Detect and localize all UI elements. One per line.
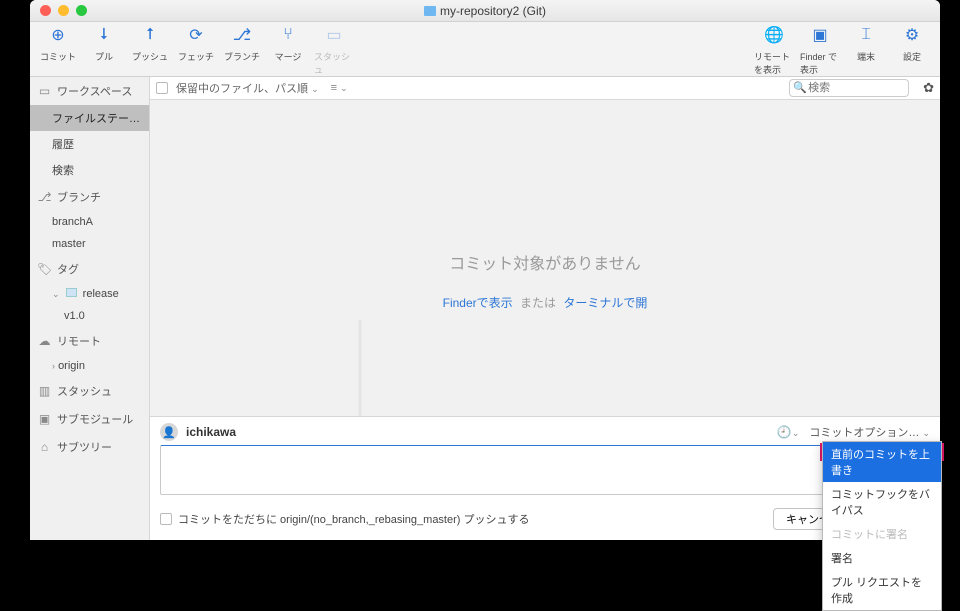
sidebar-item-release[interactable]: ⌄ release (30, 283, 149, 305)
stash-icon: ▭ (321, 22, 347, 48)
gear-icon[interactable]: ✿ (923, 80, 934, 96)
toolbar-label: 端末 (857, 50, 875, 63)
toolbar-label: プル (95, 50, 113, 63)
sidebar-item-history[interactable]: 履歴 (30, 131, 149, 157)
push-immediately-label: コミットをただちに origin/(no_branch,_rebasing_ma… (178, 511, 530, 527)
toolbar-remote-show-button[interactable]: 🌐リモートを表示 (754, 22, 794, 76)
chevron-down-icon: ⌄ (340, 83, 348, 93)
toolbar-push-button[interactable]: ⭡ プッシュ (130, 22, 170, 76)
commit-panel: 👤 ichikawa 🕘⌄ コミットオプション… ⌄ コミットをただちに ori… (150, 416, 940, 540)
menu-item-amend[interactable]: 直前のコミットを上書き (823, 442, 941, 482)
sidebar: ▭ ワークスペース ファイルステー… 履歴 検索 ⎇ ブランチ branchA … (30, 77, 150, 540)
chevron-down-icon: ⌄ (922, 428, 930, 438)
toolbar-branch-button[interactable]: ⎇ ブランチ (222, 22, 262, 76)
sidebar-section-workspace[interactable]: ▭ ワークスペース (30, 77, 149, 105)
toolbar-stash-button[interactable]: ▭スタッシュ (314, 22, 354, 76)
sidebar-item-v1.0[interactable]: v1.0 (30, 305, 149, 327)
toolbar-merge-button[interactable]: ⑂ マージ (268, 22, 308, 76)
toolbar-label: マージ (275, 50, 302, 63)
sidebar-section-subtree[interactable]: ⌂ サブツリー (30, 433, 149, 461)
tag-icon: 🏷 (38, 263, 51, 276)
sidebar-item-branchA[interactable]: branchA (30, 211, 149, 233)
sidebar-section-tags[interactable]: 🏷 タグ (30, 255, 149, 283)
folder-icon (424, 6, 436, 16)
menu-item-sign: コミットに署名 (823, 522, 941, 546)
sidebar-section-submodules[interactable]: ▣ サブモジュール (30, 405, 149, 433)
select-all-checkbox[interactable] (156, 82, 168, 94)
avatar: 👤 (160, 423, 178, 441)
folder-icon (66, 288, 77, 297)
sidebar-section-branches[interactable]: ⎇ ブランチ (30, 183, 149, 211)
path-sort-dropdown[interactable]: 保留中のファイル、パス順 ⌄ (176, 80, 319, 96)
toolbar-finder-show-button[interactable]: ▣Finder で表示 (800, 22, 840, 76)
toolbar-fetch-button[interactable]: ⟳ フェッチ (176, 22, 216, 76)
search-input[interactable] (789, 79, 909, 97)
sidebar-item-master[interactable]: master (30, 233, 149, 255)
sidebar-section-remotes[interactable]: ☁ リモート (30, 327, 149, 355)
sidebar-item-search[interactable]: 検索 (30, 157, 149, 183)
chevron-down-icon: ⌄ (52, 289, 60, 299)
empty-state-links: Finderで表示 または ターミナルで開 (439, 294, 652, 311)
open-finder-link[interactable]: Finderで表示 (443, 296, 513, 310)
commit-options-dropdown[interactable]: コミットオプション… ⌄ (809, 424, 930, 440)
pull-icon: ⭣ (91, 22, 117, 48)
toolbar: ⊕ コミット ⭣ プル ⭡ プッシュ ⟳ フェッチ ⎇ ブランチ ⑂ マージ ▭スタッシュ 🌐リモートを… (30, 22, 940, 77)
toolbar-label: コミット (40, 50, 76, 63)
open-terminal-link[interactable]: ターミナルで開 (563, 296, 647, 310)
toolbar-label: Finder で表示 (800, 50, 840, 76)
terminal-icon: ⌶ (853, 22, 879, 48)
menu-item-pr[interactable]: プル リクエストを作成 (823, 570, 941, 610)
toolbar-pull-button[interactable]: ⭣ プル (84, 22, 124, 76)
subtree-icon: ⌂ (38, 441, 51, 454)
empty-state-title: コミット対象がありません (449, 250, 641, 274)
monitor-icon: ▭ (38, 85, 51, 98)
menu-item-bypass[interactable]: コミットフックをバイパス (823, 482, 941, 522)
toolbar-settings-button[interactable]: ⚙ 設定 (892, 22, 932, 76)
toolbar-commit-button[interactable]: ⊕ コミット (38, 22, 78, 76)
author-name: ichikawa (186, 425, 236, 439)
content-area: コミット対象がありません Finderで表示 または ターミナルで開 (150, 100, 940, 416)
search-icon: 🔍 (793, 81, 807, 94)
menu-item-signoff[interactable]: 署名 (823, 546, 941, 570)
main-panel: 保留中のファイル、パス順 ⌄ ≡ ⌄ 🔍 ✿ コミット対象がありません Find… (150, 77, 940, 540)
search-field[interactable]: 🔍 (789, 79, 909, 97)
window-title: my-repository2 (Git) (440, 4, 546, 18)
toolbar-label: フェッチ (178, 50, 214, 63)
app-window: my-repository2 (Git) ⊕ コミット ⭣ プル ⭡ プッシュ ⟳ フェッチ ⎇… (30, 0, 940, 540)
toolbar-label: リモートを表示 (754, 50, 794, 76)
merge-icon: ⑂ (275, 22, 301, 48)
fetch-icon: ⟳ (183, 22, 209, 48)
view-mode-dropdown[interactable]: ≡ ⌄ (331, 82, 348, 94)
remote-show-icon: 🌐 (761, 22, 787, 48)
branch-icon: ⎇ (38, 191, 51, 204)
push-immediately-checkbox[interactable] (160, 513, 172, 525)
stash-icon: ▥ (38, 385, 51, 398)
toolbar-label: プッシュ (132, 50, 168, 63)
toolbar-label: スタッシュ (314, 50, 354, 76)
titlebar: my-repository2 (Git) (30, 0, 940, 22)
sidebar-item-filestatus[interactable]: ファイルステー… (30, 105, 149, 131)
toolbar-label: 設定 (903, 50, 921, 63)
push-icon: ⭡ (137, 22, 163, 48)
commit-icon: ⊕ (45, 22, 71, 48)
cloud-icon: ☁ (38, 335, 51, 348)
settings-icon: ⚙ (899, 22, 925, 48)
commit-options-menu: 直前のコミットを上書きコミットフックをバイパスコミットに署名署名プル リクエスト… (822, 441, 942, 611)
filebar: 保留中のファイル、パス順 ⌄ ≡ ⌄ 🔍 ✿ (150, 77, 940, 100)
branch-icon: ⎇ (229, 22, 255, 48)
submodule-icon: ▣ (38, 413, 51, 426)
chevron-down-icon: ⌄ (311, 84, 319, 94)
sidebar-section-stash[interactable]: ▥ スタッシュ (30, 377, 149, 405)
chevron-right-icon: › (52, 361, 55, 371)
sidebar-item-origin[interactable]: › origin (30, 355, 149, 377)
commit-message-input[interactable] (160, 445, 930, 495)
history-icon[interactable]: 🕘⌄ (777, 425, 800, 439)
finder-show-icon: ▣ (807, 22, 833, 48)
toolbar-label: ブランチ (224, 50, 260, 63)
toolbar-terminal-button[interactable]: ⌶ 端末 (846, 22, 886, 76)
